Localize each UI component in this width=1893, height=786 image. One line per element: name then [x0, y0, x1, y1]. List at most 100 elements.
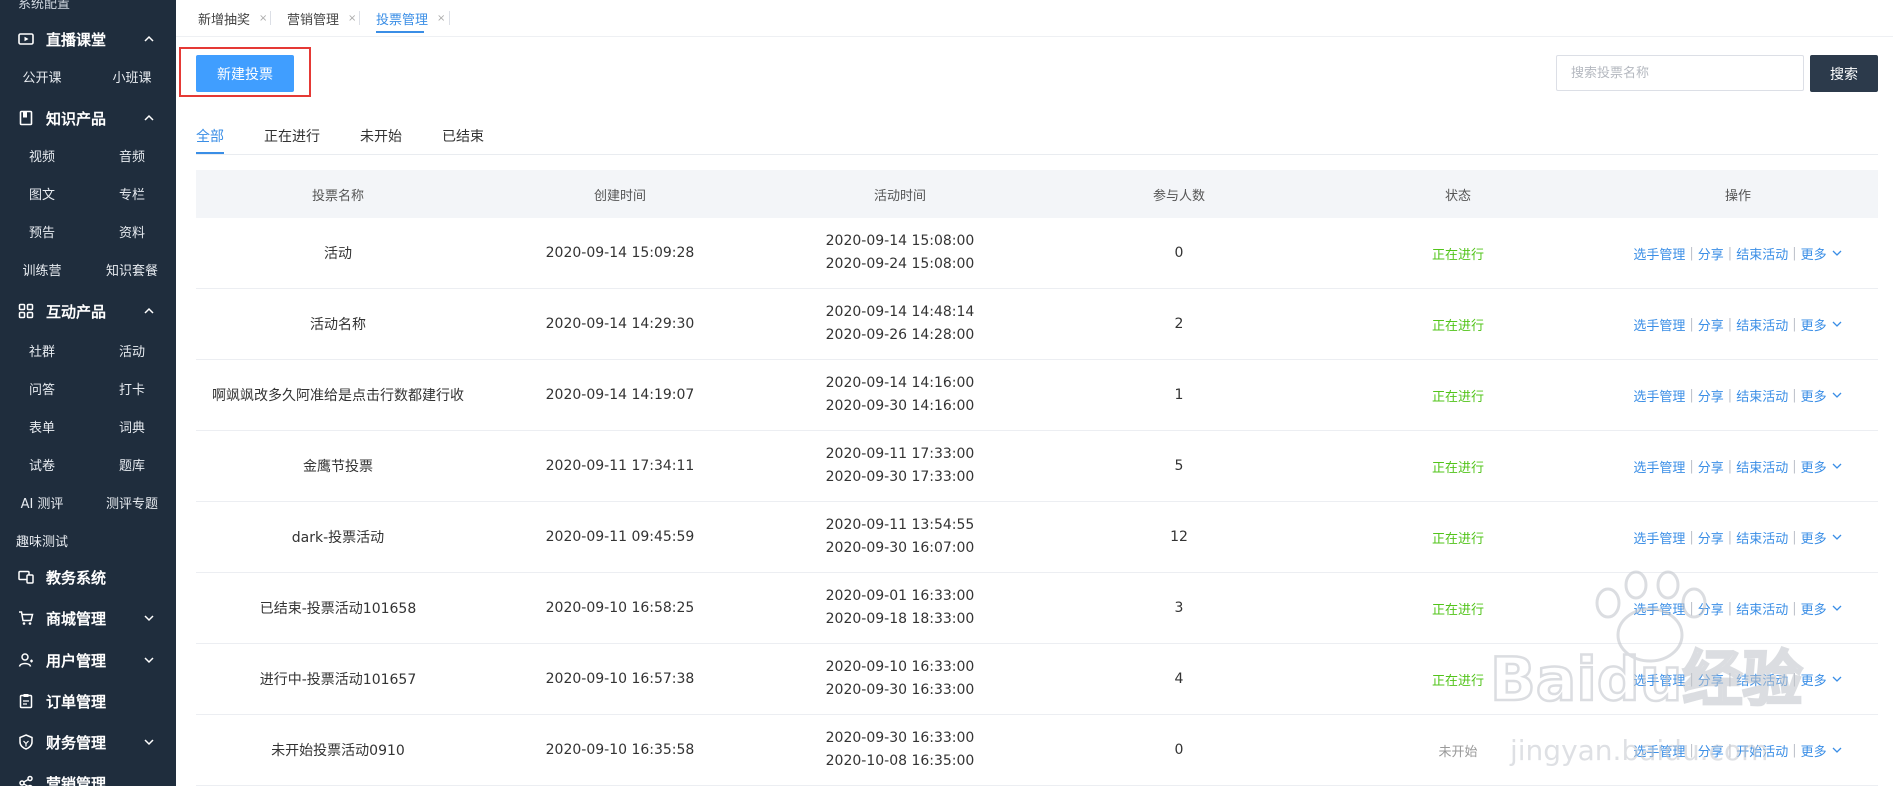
- sidebar-section-finance[interactable]: 财务管理: [0, 723, 176, 761]
- action-separator: |: [1689, 316, 1694, 332]
- action-toggle-activity[interactable]: 结束活动: [1736, 599, 1788, 618]
- actions-cell: 选手管理 | 分享 | 结束活动 | 更多: [1598, 528, 1878, 547]
- action-contestants[interactable]: 选手管理: [1633, 599, 1685, 618]
- action-more[interactable]: 更多: [1801, 670, 1827, 689]
- action-more[interactable]: 更多: [1801, 386, 1827, 405]
- chevron-down-icon[interactable]: [1831, 247, 1843, 259]
- action-contestants[interactable]: 选手管理: [1633, 670, 1685, 689]
- action-more[interactable]: 更多: [1801, 599, 1827, 618]
- action-contestants[interactable]: 选手管理: [1633, 386, 1685, 405]
- table-row: dark-投票活动 2020-09-11 09:45:59 2020-09-11…: [196, 502, 1878, 573]
- filter-tab-all[interactable]: 全部: [196, 126, 224, 146]
- action-share[interactable]: 分享: [1698, 528, 1724, 547]
- action-more[interactable]: 更多: [1801, 528, 1827, 547]
- sidebar-item-material[interactable]: 资料: [92, 222, 172, 241]
- action-share[interactable]: 分享: [1698, 741, 1724, 760]
- page-tab-vote-management[interactable]: 投票管理 ×: [376, 9, 445, 28]
- sidebar-item-exam[interactable]: 试卷: [2, 455, 82, 474]
- close-icon[interactable]: ×: [437, 13, 445, 24]
- sidebar-item-qa[interactable]: 问答: [2, 379, 82, 398]
- sidebar-section-knowledge[interactable]: 知识产品: [0, 99, 176, 137]
- action-share[interactable]: 分享: [1698, 244, 1724, 263]
- sidebar-item-form[interactable]: 表单: [2, 417, 82, 436]
- sidebar-section-interactive[interactable]: 互动产品: [0, 292, 176, 330]
- activity-end: 2020-09-30 14:16:00: [825, 398, 975, 414]
- sidebar-section-users[interactable]: 用户管理: [0, 641, 176, 679]
- sidebar-item-video[interactable]: 视频: [2, 146, 82, 165]
- chevron-down-icon[interactable]: [1831, 531, 1843, 543]
- filter-tab-not-started[interactable]: 未开始: [360, 126, 402, 146]
- action-toggle-activity[interactable]: 结束活动: [1736, 386, 1788, 405]
- filter-tab-ended[interactable]: 已结束: [442, 126, 484, 146]
- activity-end: 2020-09-18 18:33:00: [825, 611, 975, 627]
- page-tab-marketing[interactable]: 营销管理 ×: [287, 9, 356, 28]
- sidebar-item-preview[interactable]: 预告: [2, 222, 82, 241]
- action-share[interactable]: 分享: [1698, 457, 1724, 476]
- action-separator: |: [1727, 458, 1733, 474]
- sidebar-item-audio[interactable]: 音频: [92, 146, 172, 165]
- action-separator: |: [1792, 671, 1797, 687]
- action-toggle-activity[interactable]: 结束活动: [1736, 528, 1788, 547]
- table-row: 活动 2020-09-14 15:09:28 2020-09-14 15:08:…: [196, 218, 1878, 289]
- sidebar-section-live[interactable]: 直播课堂: [0, 20, 176, 58]
- action-toggle-activity[interactable]: 结束活动: [1736, 670, 1788, 689]
- action-toggle-activity[interactable]: 结束活动: [1736, 457, 1788, 476]
- chevron-down-icon[interactable]: [1831, 460, 1843, 472]
- sidebar-item-article[interactable]: 图文: [2, 184, 82, 203]
- sidebar-item-question-bank[interactable]: 题库: [92, 455, 172, 474]
- action-share[interactable]: 分享: [1698, 670, 1724, 689]
- sidebar-section-mall[interactable]: 商城管理: [0, 599, 176, 637]
- sidebar-section-academic[interactable]: 教务系统: [0, 558, 176, 596]
- action-separator: |: [1689, 529, 1694, 545]
- sidebar-item-open-class[interactable]: 公开课: [2, 67, 82, 86]
- status-cell: 正在进行: [1318, 670, 1598, 689]
- action-separator: |: [1727, 742, 1733, 758]
- sidebar-item-column[interactable]: 专栏: [92, 184, 172, 203]
- action-separator: |: [1689, 458, 1694, 474]
- action-more[interactable]: 更多: [1801, 315, 1827, 334]
- filter-tab-ongoing[interactable]: 正在进行: [264, 126, 320, 146]
- action-more[interactable]: 更多: [1801, 244, 1827, 263]
- sidebar-item-dictionary[interactable]: 词典: [92, 417, 172, 436]
- action-share[interactable]: 分享: [1698, 386, 1724, 405]
- search-input[interactable]: [1556, 55, 1804, 91]
- sidebar-item-fun-test[interactable]: 趣味测试: [16, 531, 68, 550]
- close-icon[interactable]: ×: [348, 13, 356, 24]
- search-button[interactable]: 搜索: [1810, 55, 1878, 92]
- activity-time: 2020-09-11 13:54:55 2020-09-30 16:07:00: [760, 514, 1040, 560]
- sidebar-item-small-class[interactable]: 小班课: [92, 67, 172, 86]
- action-share[interactable]: 分享: [1698, 599, 1724, 618]
- action-toggle-activity[interactable]: 开始活动: [1736, 741, 1788, 760]
- chevron-down-icon[interactable]: [1831, 389, 1843, 401]
- action-contestants[interactable]: 选手管理: [1633, 741, 1685, 760]
- actions-cell: 选手管理 | 分享 | 结束活动 | 更多: [1598, 599, 1878, 618]
- chevron-down-icon[interactable]: [1831, 744, 1843, 756]
- action-toggle-activity[interactable]: 结束活动: [1736, 315, 1788, 334]
- monitor-icon: [18, 569, 34, 585]
- status-badge: 正在进行: [1431, 531, 1484, 547]
- action-share[interactable]: 分享: [1698, 315, 1724, 334]
- sidebar-item-camp[interactable]: 训练营: [2, 260, 82, 279]
- action-more[interactable]: 更多: [1801, 741, 1827, 760]
- chevron-down-icon[interactable]: [1831, 318, 1843, 330]
- sidebar-item-assessment-topic[interactable]: 测评专题: [92, 493, 172, 512]
- sidebar-item-community[interactable]: 社群: [2, 341, 82, 360]
- action-contestants[interactable]: 选手管理: [1633, 315, 1685, 334]
- action-toggle-activity[interactable]: 结束活动: [1736, 244, 1788, 263]
- sidebar-item-bundle[interactable]: 知识套餐: [92, 260, 172, 279]
- sidebar-section-orders[interactable]: 订单管理: [0, 682, 176, 720]
- sidebar-item-event[interactable]: 活动: [92, 341, 172, 360]
- chevron-down-icon[interactable]: [1831, 673, 1843, 685]
- tab-separator: [449, 11, 450, 25]
- sidebar-item-ai-assessment[interactable]: AI 测评: [2, 493, 82, 512]
- action-contestants[interactable]: 选手管理: [1633, 457, 1685, 476]
- page-tab-new-lottery[interactable]: 新增抽奖 ×: [198, 9, 267, 28]
- chevron-down-icon[interactable]: [1831, 602, 1843, 614]
- sidebar-item-checkin[interactable]: 打卡: [92, 379, 172, 398]
- sidebar-section-marketing[interactable]: 营销管理: [0, 764, 176, 786]
- action-contestants[interactable]: 选手管理: [1633, 244, 1685, 263]
- action-contestants[interactable]: 选手管理: [1633, 528, 1685, 547]
- close-icon[interactable]: ×: [259, 13, 267, 24]
- new-vote-button[interactable]: 新建投票: [196, 55, 294, 92]
- action-more[interactable]: 更多: [1801, 457, 1827, 476]
